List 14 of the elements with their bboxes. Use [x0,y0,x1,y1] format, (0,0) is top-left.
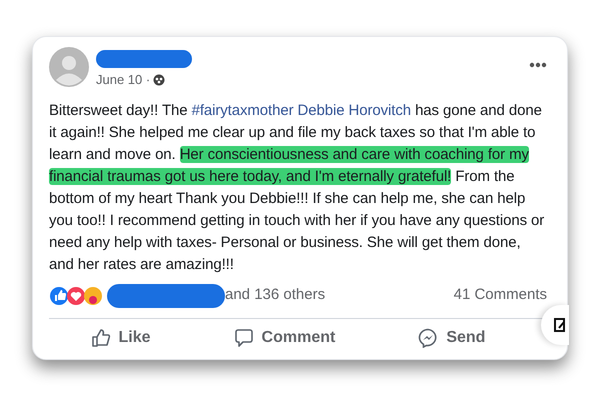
like-button[interactable]: Like [84,322,157,354]
speech-bubble-icon [234,328,254,348]
floating-edit-button[interactable] [541,305,569,345]
send-button[interactable]: Send [412,322,492,354]
more-options-icon[interactable] [529,62,547,68]
messenger-icon [418,328,438,348]
post-text: Bittersweet day!! The #fairytaxmother Debbie Horovitch has gone and done it again!! She helped me clear up and file my back taxes so that I'm able to learn and move on. Her conscientiousness and care with coaching for my financial traumas got us here today, and I'm eternally grateful! From the bottom of my heart Thank you Debbie!!! If she can help me, she can help you too!! I recommend getting in touch with her if you have any questions or need any help with taxes- Personal or business. She will get them done, and her rates are amazing!!! [49,100,546,274]
reaction-icons[interactable] [49,286,105,306]
post-date[interactable]: June 10 · [96,70,150,90]
reactions-count[interactable]: and 136 others [225,284,326,307]
edit-icon [553,317,567,333]
thumbs-up-icon [90,328,110,348]
comment-button[interactable]: Comment [228,322,342,354]
comments-count[interactable]: 41 Comments [454,284,547,307]
